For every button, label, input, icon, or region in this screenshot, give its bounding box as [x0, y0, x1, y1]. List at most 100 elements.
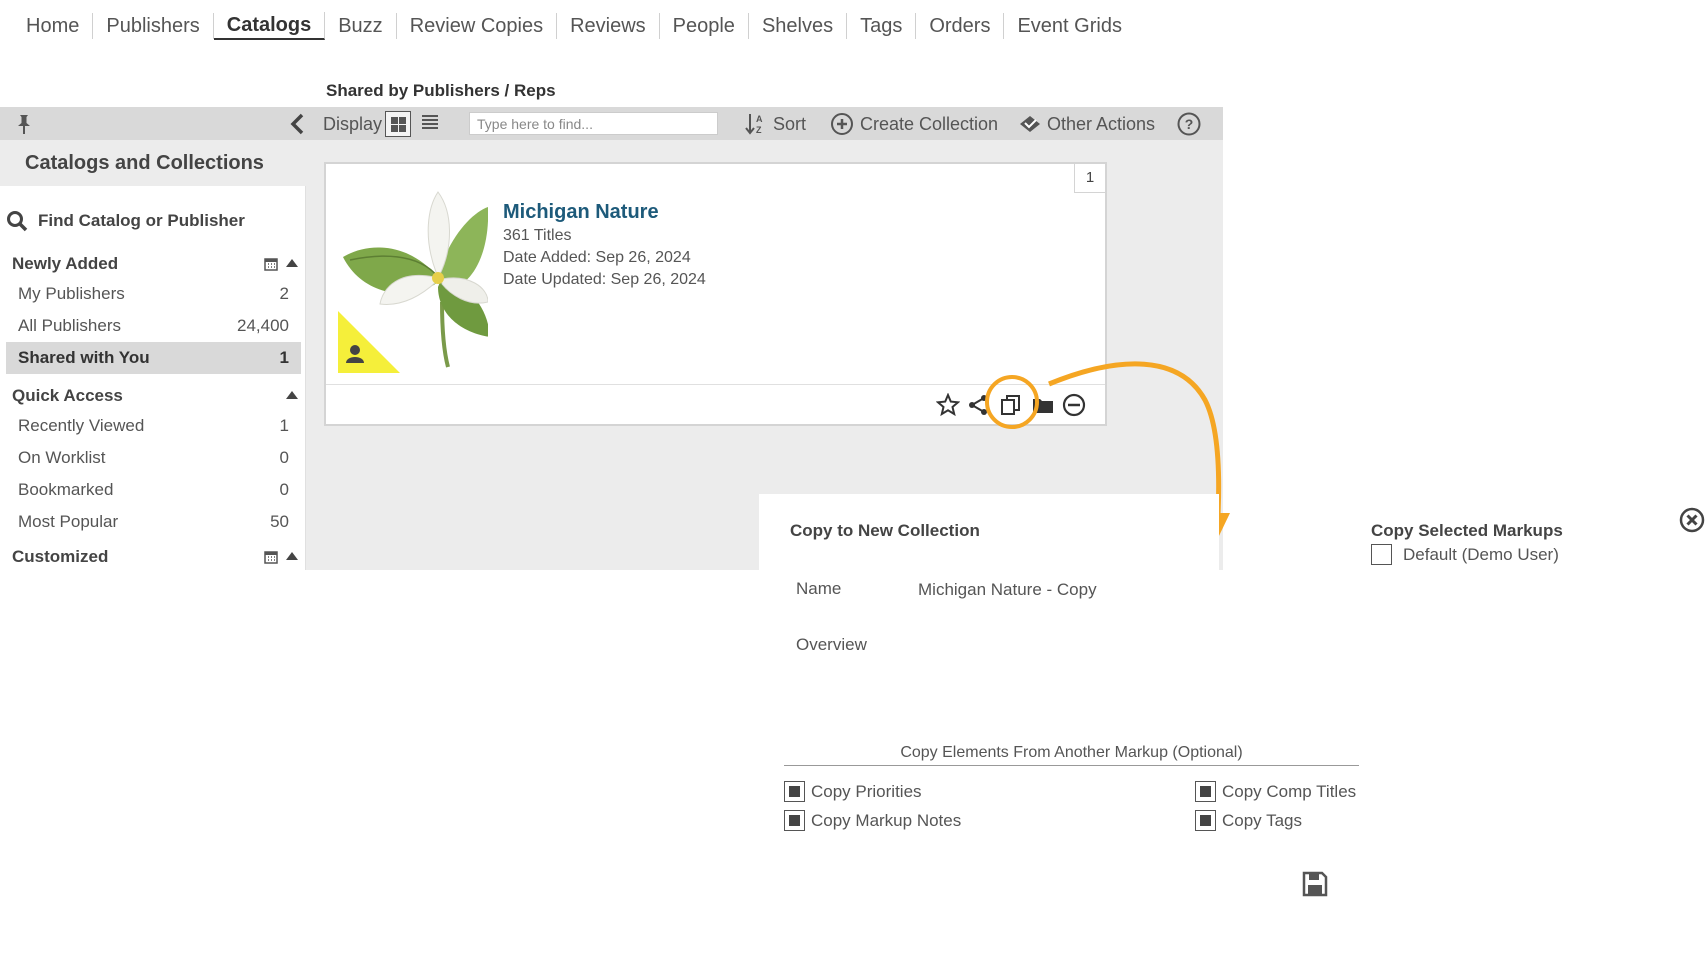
nav-shelves[interactable]: Shelves — [749, 13, 848, 39]
sidebar: Catalogs and Collections Find Catalog or… — [0, 140, 306, 570]
item-count: 50 — [270, 512, 289, 531]
copy-tags-checkbox[interactable] — [1195, 810, 1216, 831]
group-label: Customized — [12, 547, 109, 566]
copy-priorities-option[interactable]: Copy Priorities — [784, 781, 922, 802]
group-label: Newly Added — [12, 254, 119, 273]
pin-icon[interactable] — [14, 113, 34, 135]
highlight-ring — [985, 375, 1039, 429]
markup-default-option[interactable]: Default (Demo User) — [1371, 544, 1559, 565]
item-count: 2 — [279, 284, 289, 303]
item-count: 1 — [279, 348, 289, 367]
item-label: Bookmarked — [18, 480, 114, 499]
collapse-up-icon[interactable] — [286, 391, 298, 399]
name-field[interactable]: Michigan Nature - Copy — [918, 580, 1097, 600]
copy-panel-title: Copy to New Collection — [790, 521, 980, 540]
sidebar-item-most-popular[interactable]: Most Popular 50 — [6, 506, 301, 538]
chevron-left-icon[interactable] — [288, 113, 308, 135]
copy-tags-option[interactable]: Copy Tags — [1195, 810, 1302, 831]
svg-text:Z: Z — [756, 125, 762, 135]
copy-comp-titles-option[interactable]: Copy Comp Titles — [1195, 781, 1356, 802]
sidebar-item-recently-viewed[interactable]: Recently Viewed 1 — [6, 410, 301, 442]
section-title: Shared by Publishers / Reps — [326, 81, 556, 100]
markup-default-label: Default (Demo User) — [1403, 544, 1559, 564]
shared-user-badge-icon — [338, 311, 400, 373]
optional-copy-title: Copy Elements From Another Markup (Optio… — [784, 744, 1359, 766]
item-label: All Publishers — [18, 316, 121, 335]
copy-comp-titles-checkbox[interactable] — [1195, 781, 1216, 802]
sidebar-item-all-publishers[interactable]: All Publishers 24,400 — [6, 310, 301, 342]
nav-catalogs[interactable]: Catalogs — [213, 12, 326, 40]
group-label: Quick Access — [12, 386, 123, 405]
overview-field[interactable] — [918, 620, 1358, 720]
calendar-icon[interactable] — [264, 257, 278, 271]
remove-circle-icon[interactable] — [1062, 393, 1086, 417]
list-view-icon[interactable] — [420, 113, 440, 133]
other-actions-button[interactable]: Other Actions — [1047, 113, 1155, 135]
titles-count: 361 Titles — [503, 227, 572, 244]
item-label: Shared with You — [18, 348, 150, 367]
group-customized[interactable]: Customized — [12, 545, 302, 569]
top-nav: Home Publishers Catalogs Buzz Review Cop… — [13, 12, 1135, 40]
sort-icon[interactable]: A Z — [745, 112, 769, 136]
date-updated: Date Updated: Sep 26, 2024 — [503, 271, 706, 288]
card-number: 1 — [1074, 164, 1105, 193]
copy-markup-notes-option[interactable]: Copy Markup Notes — [784, 810, 961, 831]
overview-label: Overview — [796, 635, 867, 654]
collapse-up-icon[interactable] — [286, 259, 298, 267]
plus-circle-icon[interactable] — [830, 112, 854, 136]
nav-publishers[interactable]: Publishers — [93, 13, 214, 39]
svg-text:A: A — [756, 114, 763, 124]
nav-orders[interactable]: Orders — [916, 13, 1005, 39]
copy-priorities-checkbox[interactable] — [784, 781, 805, 802]
item-count: 24,400 — [237, 316, 289, 335]
nav-event-grids[interactable]: Event Grids — [1004, 13, 1134, 39]
sidebar-item-shared-with-you[interactable]: Shared with You 1 — [6, 342, 301, 374]
sidebar-title: Catalogs and Collections — [25, 152, 264, 174]
group-quick-access[interactable]: Quick Access — [12, 384, 302, 408]
star-icon[interactable] — [936, 393, 960, 417]
close-icon[interactable] — [1679, 507, 1705, 533]
sidebar-panel: Find Catalog or Publisher Newly Added My… — [0, 186, 306, 570]
item-label: Recently Viewed — [18, 416, 145, 435]
sidebar-item-my-publishers[interactable]: My Publishers 2 — [6, 278, 301, 310]
nav-home[interactable]: Home — [13, 13, 94, 39]
copy-comp-titles-label: Copy Comp Titles — [1222, 781, 1357, 801]
item-label: On Worklist — [18, 448, 106, 467]
search-icon — [7, 211, 28, 232]
nav-reviews[interactable]: Reviews — [557, 13, 660, 39]
create-collection-button[interactable]: Create Collection — [860, 113, 998, 135]
markups-title: Copy Selected Markups — [1371, 521, 1563, 540]
item-count: 0 — [279, 480, 289, 499]
sort-button[interactable]: Sort — [773, 113, 806, 135]
other-actions-icon[interactable] — [1018, 112, 1042, 136]
toolbar: Display A Z Sort Create Collection Other… — [0, 107, 1223, 140]
item-count: 0 — [279, 448, 289, 467]
item-label: My Publishers — [18, 284, 125, 303]
copy-tags-label: Copy Tags — [1222, 810, 1303, 830]
sidebar-item-on-worklist[interactable]: On Worklist 0 — [6, 442, 301, 474]
item-count: 1 — [279, 416, 289, 435]
copy-markup-notes-label: Copy Markup Notes — [811, 810, 962, 830]
nav-people[interactable]: People — [660, 13, 749, 39]
find-input[interactable] — [469, 112, 718, 135]
copy-markup-notes-checkbox[interactable] — [784, 810, 805, 831]
find-catalog-label: Find Catalog or Publisher — [38, 211, 245, 230]
grid-view-icon[interactable] — [385, 111, 411, 137]
markup-default-checkbox[interactable] — [1371, 544, 1392, 565]
help-icon[interactable]: ? — [1177, 112, 1201, 136]
name-label: Name — [796, 579, 842, 598]
catalog-title-link[interactable]: Michigan Nature — [503, 201, 659, 224]
date-added: Date Added: Sep 26, 2024 — [503, 249, 691, 266]
display-label: Display — [323, 114, 383, 134]
nav-tags[interactable]: Tags — [847, 13, 917, 39]
copy-priorities-label: Copy Priorities — [811, 781, 922, 801]
nav-buzz[interactable]: Buzz — [325, 13, 397, 39]
find-catalog-button[interactable]: Find Catalog or Publisher — [6, 210, 245, 232]
collapse-up-icon[interactable] — [286, 552, 298, 560]
item-label: Most Popular — [18, 512, 119, 531]
save-icon[interactable] — [1302, 871, 1328, 897]
nav-review-copies[interactable]: Review Copies — [397, 13, 558, 39]
group-newly-added[interactable]: Newly Added — [12, 252, 302, 276]
sidebar-item-bookmarked[interactable]: Bookmarked 0 — [6, 474, 301, 506]
calendar-icon[interactable] — [264, 550, 278, 564]
